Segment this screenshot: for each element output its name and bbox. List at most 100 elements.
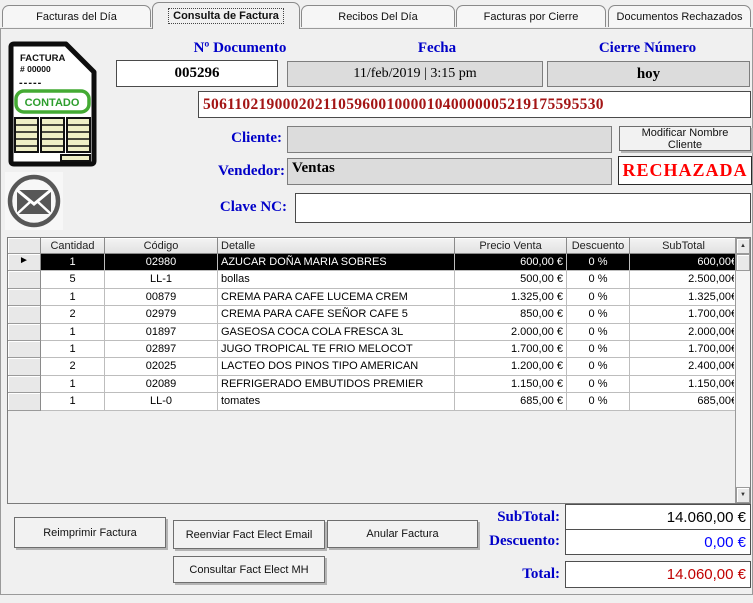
column-header-precio-venta[interactable]: Precio Venta (455, 238, 567, 254)
cell-descuento[interactable]: 0 % (567, 358, 630, 375)
column-header-cantidad[interactable]: Cantidad (41, 238, 105, 254)
cell-precio-venta[interactable]: 1.700,00 € (455, 341, 567, 358)
cell-subtotal[interactable]: 600,00€ (630, 254, 736, 271)
cell-codigo[interactable]: 01897 (105, 324, 218, 341)
cell-descuento[interactable]: 0 % (567, 271, 630, 288)
email-envelope-icon[interactable] (5, 172, 63, 230)
cell-subtotal[interactable]: 1.700,00€ (630, 306, 736, 323)
reenviar-fact-elect-email-button[interactable]: Reenviar Fact Elect Email (173, 520, 325, 549)
cell-detalle[interactable]: CREMA PARA CAFE SEÑOR CAFE 5 (218, 306, 455, 323)
cell-codigo[interactable]: 02979 (105, 306, 218, 323)
cell-cantidad[interactable]: 1 (41, 254, 105, 271)
fecha-field: 11/feb/2019 | 3:15 pm (287, 61, 543, 87)
cell-precio-venta[interactable]: 1.200,00 € (455, 358, 567, 375)
cell-subtotal[interactable]: 2.000,00€ (630, 324, 736, 341)
cell-detalle[interactable]: JUGO TROPICAL TE FRIO MELOCOT (218, 341, 455, 358)
cell-cantidad[interactable]: 1 (41, 393, 105, 410)
cell-codigo[interactable]: 02089 (105, 376, 218, 393)
subtotal-currency-clipped: € (731, 376, 734, 392)
tab-consulta-de-factura[interactable]: Consulta de Factura (152, 2, 300, 29)
table-row[interactable]: 1 01897 GASEOSA COCA COLA FRESCA 3L 2.00… (8, 324, 750, 341)
cell-precio-venta[interactable]: 600,00 € (455, 254, 567, 271)
cell-subtotal[interactable]: 2.400,00€ (630, 358, 736, 375)
total-value: 14.060,00 € (565, 561, 751, 588)
table-row[interactable]: 5 LL-1 bollas 500,00 € 0 % 2.500,00€ (8, 271, 750, 288)
row-selector[interactable] (8, 271, 41, 288)
cell-precio-venta[interactable]: 2.000,00 € (455, 324, 567, 341)
consultar-fact-elect-mh-button[interactable]: Consultar Fact Elect MH (173, 556, 325, 583)
doc-number-field[interactable]: 005296 (116, 60, 278, 87)
clave-nc-field[interactable] (295, 193, 751, 223)
table-row[interactable]: 2 02979 CREMA PARA CAFE SEÑOR CAFE 5 850… (8, 306, 750, 323)
cell-subtotal[interactable]: 1.150,00€ (630, 376, 736, 393)
row-selector[interactable] (8, 306, 41, 323)
cell-codigo[interactable]: 02897 (105, 341, 218, 358)
cell-detalle[interactable]: CREMA PARA CAFE LUCEMA CREM (218, 289, 455, 306)
cell-detalle[interactable]: bollas (218, 271, 455, 288)
modificar-nombre-cliente-button[interactable]: Modificar Nombre Cliente (619, 126, 751, 151)
row-selector[interactable] (8, 324, 41, 341)
row-selector[interactable] (8, 341, 41, 358)
row-selector[interactable] (8, 358, 41, 375)
row-selector[interactable] (8, 393, 41, 410)
cell-descuento[interactable]: 0 % (567, 289, 630, 306)
cell-descuento[interactable]: 0 % (567, 376, 630, 393)
table-row[interactable]: 1 02089 REFRIGERADO EMBUTIDOS PREMIER 1.… (8, 376, 750, 393)
cell-subtotal-value: 1.325,00 (688, 291, 731, 303)
cell-cantidad[interactable]: 5 (41, 271, 105, 288)
cell-descuento[interactable]: 0 % (567, 324, 630, 341)
table-row[interactable]: 1 LL-0 tomates 685,00 € 0 % 685,00€ (8, 393, 750, 410)
cell-cantidad[interactable]: 1 (41, 324, 105, 341)
cell-cantidad[interactable]: 2 (41, 358, 105, 375)
scrollbar-thumb[interactable] (736, 254, 750, 271)
cell-subtotal[interactable]: 2.500,00€ (630, 271, 736, 288)
cell-cantidad[interactable]: 1 (41, 341, 105, 358)
row-selector[interactable] (8, 289, 41, 306)
cell-subtotal[interactable]: 1.700,00€ (630, 341, 736, 358)
table-row[interactable]: 1 00879 CREMA PARA CAFE LUCEMA CREM 1.32… (8, 289, 750, 306)
tab-recibos-del-dia[interactable]: Recibos Del Día (301, 5, 455, 27)
tab-facturas-del-dia[interactable]: Facturas del Día (2, 5, 151, 27)
column-header-descuento[interactable]: Descuento (567, 238, 630, 254)
cell-precio-venta[interactable]: 850,00 € (455, 306, 567, 323)
cell-detalle[interactable]: LACTEO DOS PINOS TIPO AMERICAN (218, 358, 455, 375)
cell-cantidad[interactable]: 1 (41, 289, 105, 306)
cell-detalle[interactable]: REFRIGERADO EMBUTIDOS PREMIER (218, 376, 455, 393)
row-selector[interactable] (8, 376, 41, 393)
cell-codigo[interactable]: 02025 (105, 358, 218, 375)
table-row[interactable]: 2 02025 LACTEO DOS PINOS TIPO AMERICAN 1… (8, 358, 750, 375)
column-header-codigo[interactable]: Código (105, 238, 218, 254)
cell-precio-venta[interactable]: 685,00 € (455, 393, 567, 410)
cell-codigo[interactable]: 00879 (105, 289, 218, 306)
cell-descuento[interactable]: 0 % (567, 306, 630, 323)
cell-cantidad[interactable]: 2 (41, 306, 105, 323)
row-selector[interactable] (8, 254, 41, 271)
clave-numerica-field[interactable]: 5061102190002021105960010000104000000521… (198, 91, 751, 118)
cell-cantidad[interactable]: 1 (41, 376, 105, 393)
cell-codigo[interactable]: LL-1 (105, 271, 218, 288)
cell-descuento[interactable]: 0 % (567, 393, 630, 410)
descuento-value[interactable]: 0,00 € (565, 529, 751, 555)
reimprimir-factura-button[interactable]: Reimprimir Factura (14, 517, 166, 548)
column-header-subtotal[interactable]: SubTotal (630, 238, 736, 254)
tab-documentos-rechazados[interactable]: Documentos Rechazados (608, 5, 751, 27)
cell-detalle[interactable]: AZUCAR DOÑA MARIA SOBRES (218, 254, 455, 271)
cell-precio-venta[interactable]: 1.150,00 € (455, 376, 567, 393)
tab-facturas-por-cierre[interactable]: Facturas por Cierre (456, 5, 606, 27)
cell-codigo[interactable]: LL-0 (105, 393, 218, 410)
cell-descuento[interactable]: 0 % (567, 254, 630, 271)
grid-vertical-scrollbar[interactable]: ▲ ▼ (735, 238, 750, 503)
cell-precio-venta[interactable]: 1.325,00 € (455, 289, 567, 306)
cell-detalle[interactable]: GASEOSA COCA COLA FRESCA 3L (218, 324, 455, 341)
cell-subtotal[interactable]: 1.325,00€ (630, 289, 736, 306)
cell-descuento[interactable]: 0 % (567, 341, 630, 358)
scroll-up-icon[interactable]: ▲ (736, 238, 750, 254)
column-header-detalle[interactable]: Detalle (218, 238, 455, 254)
cell-precio-venta[interactable]: 500,00 € (455, 271, 567, 288)
scroll-down-icon[interactable]: ▼ (736, 487, 750, 503)
table-row[interactable]: 1 02980 AZUCAR DOÑA MARIA SOBRES 600,00 … (8, 254, 750, 271)
cell-subtotal[interactable]: 685,00€ (630, 393, 736, 410)
cell-detalle[interactable]: tomates (218, 393, 455, 410)
table-row[interactable]: 1 02897 JUGO TROPICAL TE FRIO MELOCOT 1.… (8, 341, 750, 358)
cell-codigo[interactable]: 02980 (105, 254, 218, 271)
